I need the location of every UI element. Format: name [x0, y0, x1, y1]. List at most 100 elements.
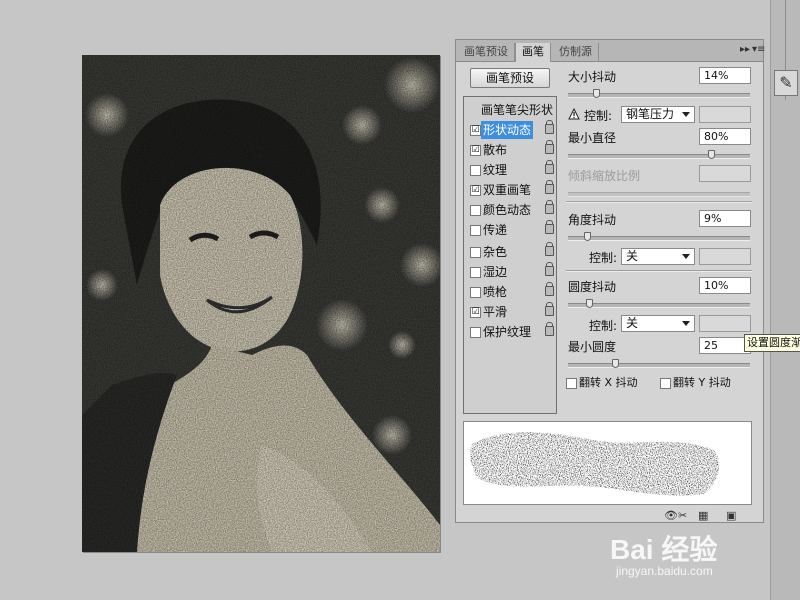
brush-option-item[interactable]: 纹理: [470, 160, 556, 179]
brush-option-item[interactable]: ☑ 双重画笔: [470, 180, 556, 199]
min-diameter-slider-thumb[interactable]: [708, 150, 715, 159]
control-select-3[interactable]: 关: [621, 315, 695, 332]
brush-option-checkbox[interactable]: [470, 327, 481, 338]
chevron-down-icon: [682, 321, 690, 326]
brush-stroke-preview: [463, 421, 752, 505]
lock-icon[interactable]: [545, 282, 554, 296]
roundness-jitter-slider[interactable]: [568, 303, 750, 308]
flip-y-jitter-label: 翻转 Y 抖动: [673, 376, 731, 389]
flip-x-jitter-checkbox[interactable]: [566, 378, 577, 389]
tilt-scale-slider: [568, 192, 750, 197]
angle-jitter-label: 角度抖动: [568, 213, 617, 227]
min-diameter-label: 最小直径: [568, 131, 617, 145]
min-roundness-slider-thumb[interactable]: [611, 359, 619, 368]
warning-icon: [568, 108, 580, 120]
divider: [566, 270, 752, 272]
brush-option-label: 杂色: [483, 245, 508, 259]
control-select-1[interactable]: 钢笔压力: [621, 106, 695, 123]
control-select-2[interactable]: 关: [621, 248, 695, 265]
brush-option-item[interactable]: 传递: [470, 220, 556, 239]
brush-option-label: 纹理: [483, 163, 508, 177]
angle-jitter-slider-thumb[interactable]: [583, 232, 591, 241]
brush-options-list: 画笔笔尖形状 ☑ 形状动态 ☑ 散布 纹理 ☑ 双重画笔 颜色动态 传递 杂色 湿边 喷枪 ☑ 平滑 保护纹…: [463, 96, 557, 414]
brush-option-checkbox[interactable]: [470, 165, 481, 176]
brush-option-checkbox[interactable]: [470, 247, 481, 258]
flip-y-jitter-checkbox[interactable]: [660, 378, 671, 389]
grid-icon[interactable]: ▦: [698, 509, 708, 522]
control-2-extra-field: [699, 248, 751, 265]
brush-option-label: 双重画笔: [483, 183, 532, 197]
brush-option-checkbox[interactable]: ☑: [470, 307, 481, 318]
tab-clone-source[interactable]: 仿制源: [553, 43, 599, 61]
brush-option-item[interactable]: ☑ 形状动态: [470, 120, 556, 139]
divider: [566, 201, 752, 203]
tab-brush[interactable]: 画笔: [515, 43, 551, 62]
control-label-2: 控制:: [589, 251, 618, 265]
control-1-extra-field: [699, 106, 751, 123]
chevron-down-icon: [682, 254, 690, 259]
size-jitter-slider-thumb[interactable]: [592, 89, 600, 98]
control-select-1-value: 钢笔压力: [626, 107, 675, 121]
lock-icon[interactable]: [545, 322, 554, 336]
brush-option-label: 传递: [483, 223, 508, 237]
control-3-extra-field: [699, 315, 751, 332]
brush-option-item[interactable]: 保护纹理: [470, 322, 556, 341]
new-preset-icon[interactable]: ▣: [726, 509, 736, 522]
watermark-url: jingyan.baidu.com: [616, 564, 713, 578]
tools-strip: ✎: [770, 0, 800, 600]
brush-option-checkbox[interactable]: [470, 287, 481, 298]
brush-tip-shape-item[interactable]: 画笔笔尖形状: [481, 101, 553, 118]
brush-option-item[interactable]: ☑ 散布: [470, 140, 556, 159]
min-diameter-slider[interactable]: [568, 154, 750, 159]
brush-option-label: 颜色动态: [483, 203, 532, 217]
tab-brush-presets[interactable]: 画笔预设: [458, 43, 515, 61]
control-label-3: 控制:: [589, 319, 618, 333]
document-canvas[interactable]: [82, 55, 440, 552]
brush-option-checkbox[interactable]: [470, 267, 481, 278]
brush-option-checkbox[interactable]: [470, 225, 481, 236]
brush-option-checkbox[interactable]: ☑: [470, 185, 481, 196]
brush-option-checkbox[interactable]: ☑: [470, 125, 481, 136]
watermark-logo: Bai 经验: [610, 534, 718, 565]
toggle-live-tip-icon[interactable]: 👁✂: [664, 509, 687, 522]
size-jitter-input[interactable]: 14%: [699, 67, 751, 84]
lock-icon[interactable]: [545, 180, 554, 194]
lock-icon[interactable]: [545, 262, 554, 276]
roundness-jitter-slider-thumb[interactable]: [585, 299, 593, 308]
brush-presets-button[interactable]: 画笔预设: [470, 68, 550, 88]
brush-option-checkbox[interactable]: [470, 205, 481, 216]
brush-option-item[interactable]: 湿边: [470, 262, 556, 281]
lock-icon[interactable]: [545, 220, 554, 234]
brush-option-label: 形状动态: [481, 121, 534, 139]
brush-panel: 画笔预设 画笔 仿制源 ▸▸ ▾≡ 画笔预设 画笔笔尖形状 ☑ 形状动态 ☑ 散布 纹理…: [455, 39, 765, 523]
lock-icon[interactable]: [545, 140, 554, 154]
brush-option-label: 散布: [483, 143, 508, 157]
panel-tab-bar: 画笔预设 画笔 仿制源 ▸▸ ▾≡: [456, 40, 765, 62]
baidu-jingyan-watermark: Bai 经验 jingyan.baidu.com: [610, 528, 770, 588]
size-jitter-label: 大小抖动: [568, 70, 617, 84]
lock-icon[interactable]: [545, 160, 554, 174]
stroke-preview-image: [470, 432, 720, 496]
min-roundness-slider[interactable]: [568, 363, 750, 368]
tilt-scale-input: [699, 165, 751, 182]
collapse-panel-button[interactable]: ▸▸: [740, 44, 750, 56]
brush-option-item[interactable]: ☑ 平滑: [470, 302, 556, 321]
min-diameter-input[interactable]: 80%: [699, 128, 751, 145]
control-label-1: 控制:: [584, 109, 613, 123]
lock-icon[interactable]: [545, 242, 554, 256]
brush-option-item[interactable]: 杂色: [470, 242, 556, 261]
panel-menu-button[interactable]: ▾≡: [752, 44, 765, 56]
brush-option-item[interactable]: 喷枪: [470, 282, 556, 301]
brush-option-label: 喷枪: [483, 285, 508, 299]
brush-panel-toggle-button[interactable]: ✎: [774, 70, 798, 96]
angle-jitter-slider[interactable]: [568, 236, 750, 241]
brush-option-checkbox[interactable]: ☑: [470, 145, 481, 156]
brush-option-item[interactable]: 颜色动态: [470, 200, 556, 219]
angle-jitter-input[interactable]: 9%: [699, 210, 751, 227]
roundness-jitter-input[interactable]: 10%: [699, 277, 751, 294]
lock-icon[interactable]: [545, 200, 554, 214]
brush-option-label: 湿边: [483, 265, 508, 279]
lock-icon[interactable]: [545, 120, 554, 134]
lock-icon[interactable]: [545, 302, 554, 316]
control-select-2-value: 关: [626, 249, 639, 263]
